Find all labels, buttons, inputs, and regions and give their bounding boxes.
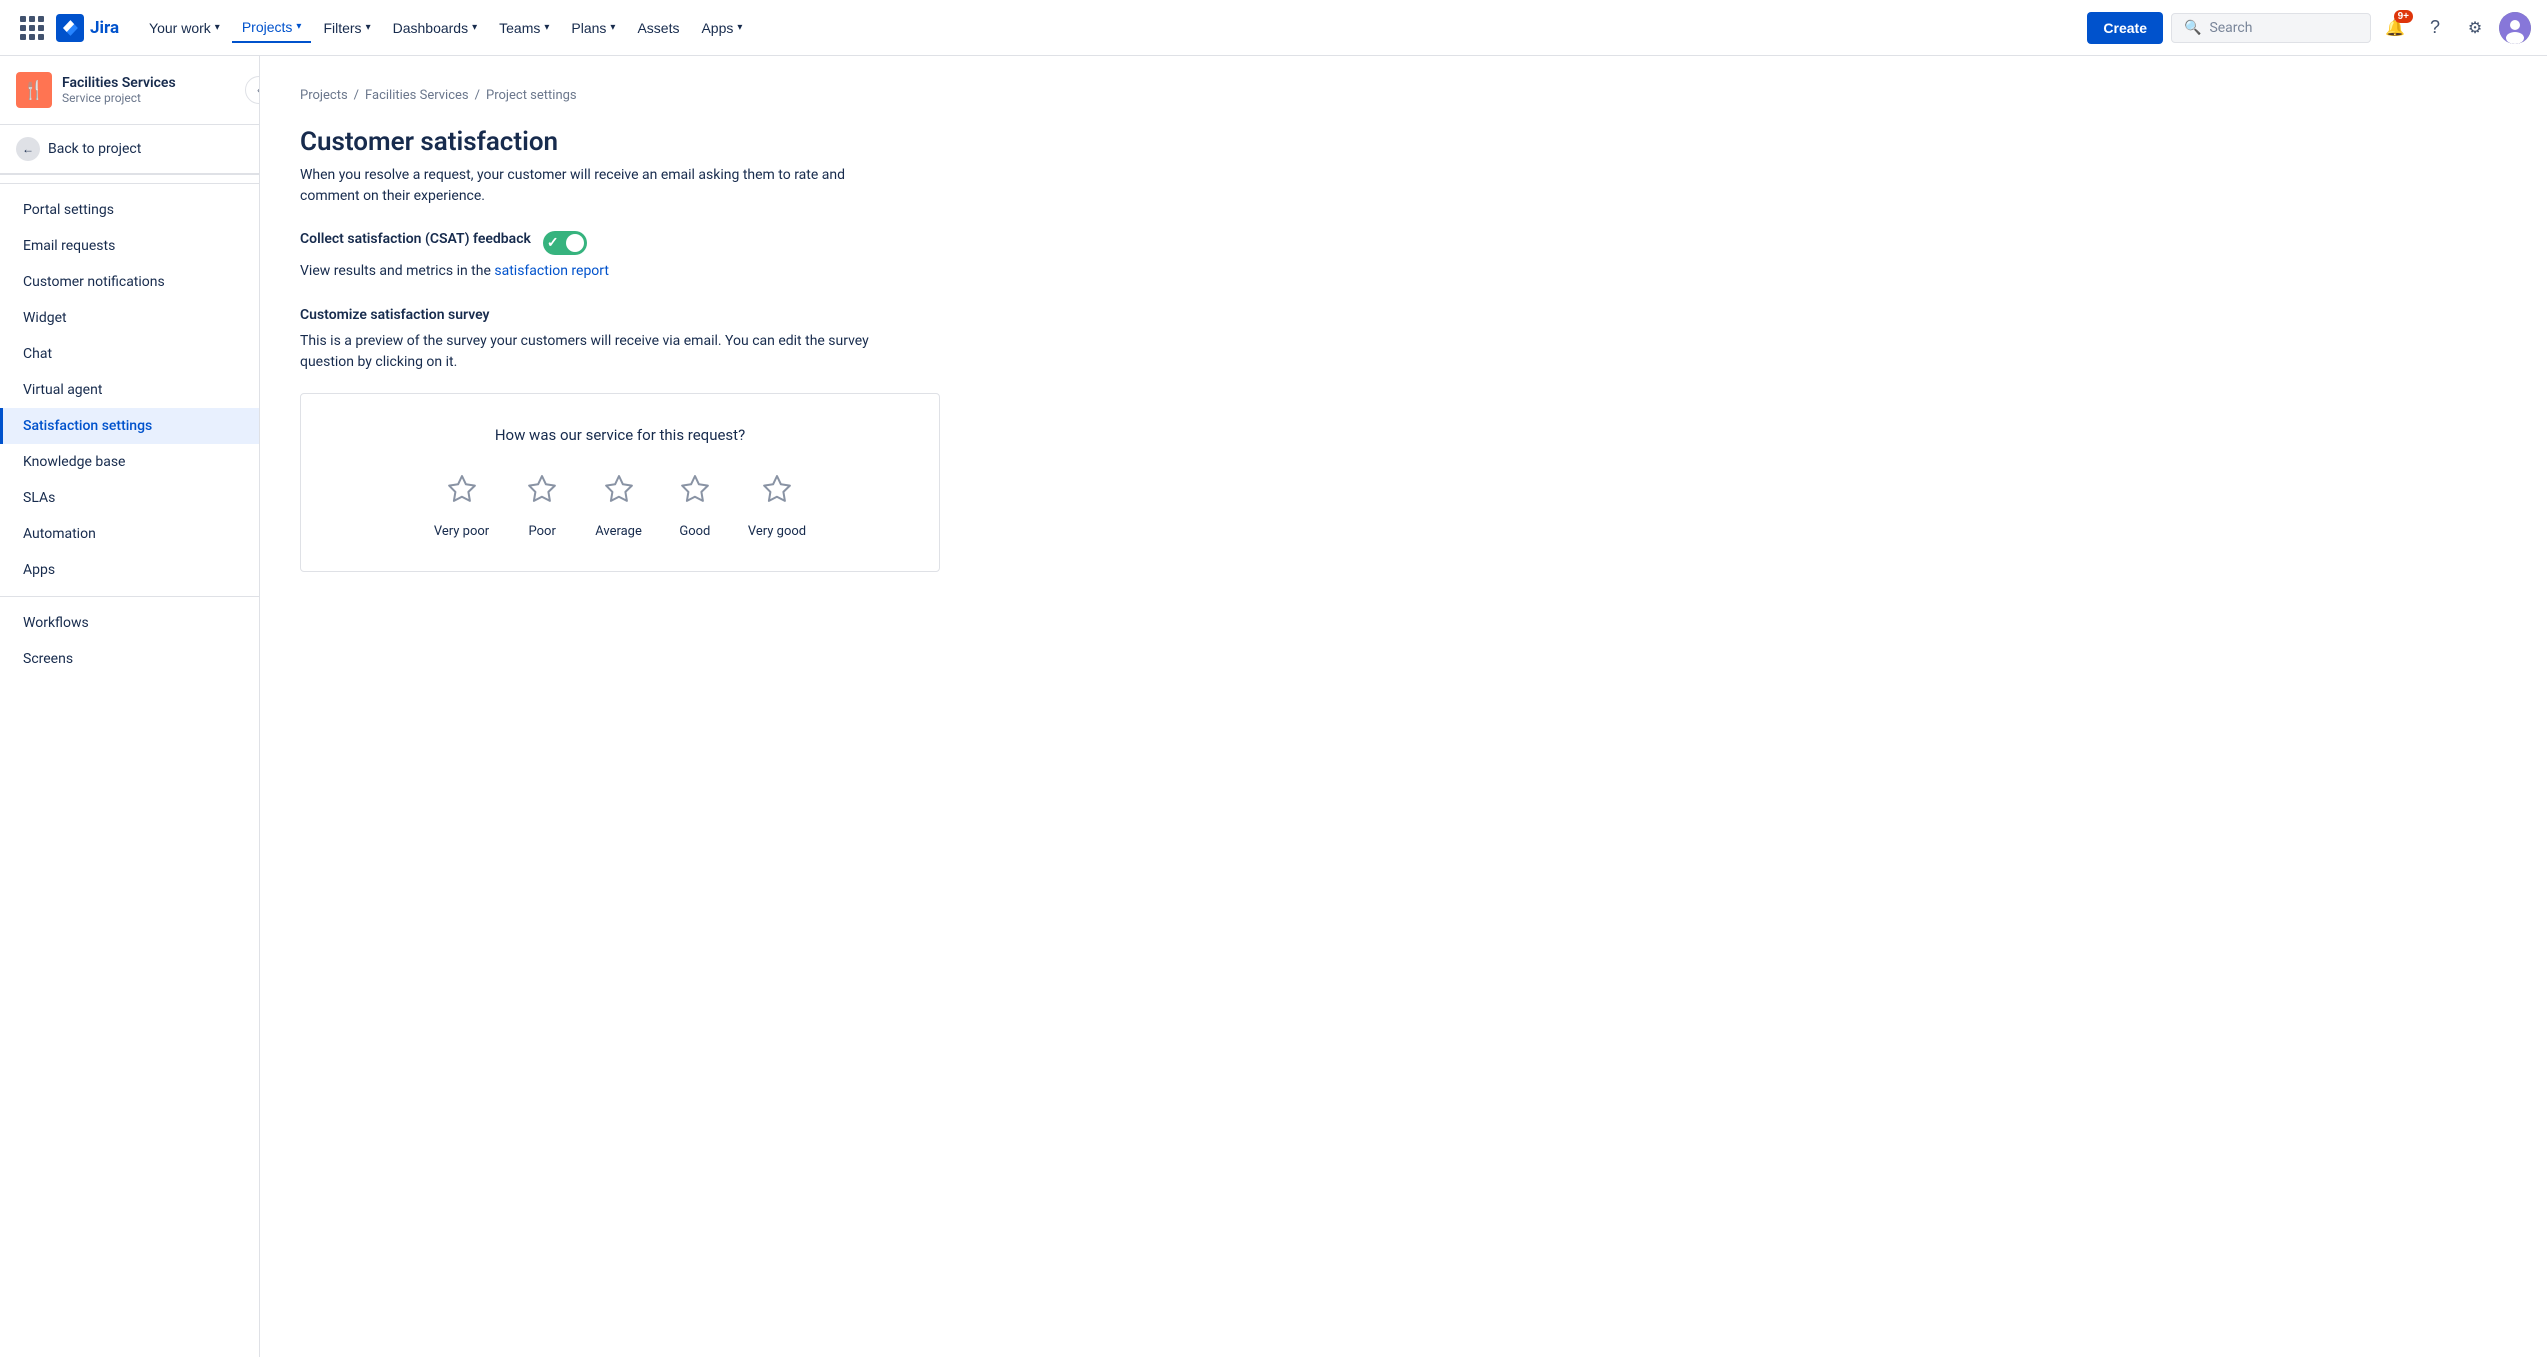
topnav-actions: Create 🔍 Search 🔔 9+ ? ⚙	[2087, 12, 2531, 44]
sidebar-project-type: Service project	[62, 91, 176, 105]
survey-preview: How was our service for this request? Ve…	[300, 393, 940, 572]
sidebar-item-customer-notifications[interactable]: Customer notifications	[0, 264, 259, 300]
star-average[interactable]: Average	[595, 472, 642, 539]
sidebar-project-header: 🍴 Facilities Services Service project ‹	[0, 56, 259, 125]
sidebar-project-name: Facilities Services	[62, 75, 176, 91]
breadcrumb-sep-2: /	[475, 88, 480, 103]
survey-section-description: This is a preview of the survey your cus…	[300, 331, 2507, 373]
app-layout: 🍴 Facilities Services Service project ‹ …	[0, 56, 2547, 1357]
project-icon: 🍴	[16, 72, 52, 108]
search-placeholder: Search	[2209, 20, 2252, 36]
sidebar-item-slas[interactable]: SLAs	[0, 480, 259, 516]
logo-text: Jira	[90, 18, 119, 38]
satisfaction-report-link[interactable]: satisfaction report	[494, 263, 609, 279]
logo[interactable]: Jira	[56, 14, 119, 42]
help-icon: ?	[2430, 17, 2440, 38]
topnav-nav: Your work ▾ Projects ▾ Filters ▾ Dashboa…	[139, 13, 2079, 43]
page-title: Customer satisfaction	[300, 127, 2507, 157]
star-very-poor[interactable]: Very poor	[434, 472, 489, 539]
sidebar-divider-1	[0, 183, 259, 184]
grid-icon	[20, 16, 44, 40]
csat-description: View results and metrics in the satisfac…	[300, 263, 2507, 279]
help-button[interactable]: ?	[2419, 12, 2451, 44]
sidebar-item-portal-settings[interactable]: Portal settings	[0, 192, 259, 228]
toggle-knob	[566, 234, 584, 252]
star-label-4: Good	[679, 524, 710, 539]
nav-your-work[interactable]: Your work ▾	[139, 14, 230, 42]
star-label-5: Very good	[748, 524, 806, 539]
nav-assets[interactable]: Assets	[627, 14, 689, 42]
sidebar-item-screens[interactable]: Screens	[0, 641, 259, 677]
chevron-down-icon: ▾	[544, 22, 549, 33]
chevron-down-icon: ▾	[737, 22, 742, 33]
star-label-1: Very poor	[434, 524, 489, 539]
star-icon-2	[521, 472, 563, 514]
notification-badge: 9+	[2394, 10, 2413, 23]
grid-menu-button[interactable]	[16, 12, 48, 44]
chevron-down-icon: ▾	[472, 22, 477, 33]
star-icon-1	[441, 472, 483, 514]
star-label-3: Average	[595, 524, 642, 539]
user-avatar[interactable]	[2499, 12, 2531, 44]
sidebar-item-knowledge-base[interactable]: Knowledge base	[0, 444, 259, 480]
nav-projects[interactable]: Projects ▾	[232, 13, 312, 43]
back-arrow-icon: ←	[16, 137, 40, 161]
star-label-2: Poor	[529, 524, 556, 539]
nav-dashboards[interactable]: Dashboards ▾	[383, 14, 488, 42]
breadcrumb: Projects / Facilities Services / Project…	[300, 88, 2507, 103]
survey-section-title: Customize satisfaction survey	[300, 307, 2507, 323]
nav-filters[interactable]: Filters ▾	[313, 14, 380, 42]
star-icon-5	[756, 472, 798, 514]
sidebar-item-automation[interactable]: Automation	[0, 516, 259, 552]
toggle-check-icon: ✓	[547, 235, 559, 251]
nav-apps[interactable]: Apps ▾	[691, 14, 752, 42]
survey-stars: Very poor Poor Ave	[333, 472, 907, 539]
sidebar-item-email-requests[interactable]: Email requests	[0, 228, 259, 264]
nav-plans[interactable]: Plans ▾	[561, 14, 625, 42]
breadcrumb-current: Project settings	[486, 88, 577, 103]
star-icon-4	[674, 472, 716, 514]
star-very-good[interactable]: Very good	[748, 472, 806, 539]
chevron-down-icon: ▾	[296, 21, 301, 32]
nav-teams[interactable]: Teams ▾	[489, 14, 559, 42]
sidebar-project-info: Facilities Services Service project	[62, 75, 176, 105]
breadcrumb-sep-1: /	[354, 88, 359, 103]
chevron-down-icon: ▾	[215, 22, 220, 33]
survey-question[interactable]: How was our service for this request?	[333, 426, 907, 444]
chevron-down-icon: ▾	[366, 22, 371, 33]
sidebar-collapse-button[interactable]: ‹	[245, 76, 260, 104]
notifications-button[interactable]: 🔔 9+	[2379, 12, 2411, 44]
main-content: Projects / Facilities Services / Project…	[260, 56, 2547, 1357]
settings-button[interactable]: ⚙	[2459, 12, 2491, 44]
breadcrumb-projects[interactable]: Projects	[300, 88, 348, 103]
create-button[interactable]: Create	[2087, 12, 2163, 44]
star-poor[interactable]: Poor	[521, 472, 563, 539]
csat-toggle[interactable]: ✓	[543, 231, 587, 255]
back-to-project[interactable]: ← Back to project	[0, 125, 259, 175]
topnav: Jira Your work ▾ Projects ▾ Filters ▾ Da…	[0, 0, 2547, 56]
sidebar: 🍴 Facilities Services Service project ‹ …	[0, 56, 260, 1357]
csat-label: Collect satisfaction (CSAT) feedback	[300, 231, 531, 247]
sidebar-item-chat[interactable]: Chat	[0, 336, 259, 372]
sidebar-item-widget[interactable]: Widget	[0, 300, 259, 336]
sidebar-item-workflows[interactable]: Workflows	[0, 605, 259, 641]
star-icon-3	[598, 472, 640, 514]
avatar-image	[2499, 12, 2531, 44]
sidebar-item-satisfaction-settings[interactable]: Satisfaction settings	[0, 408, 259, 444]
sidebar-item-apps[interactable]: Apps	[0, 552, 259, 588]
csat-row: Collect satisfaction (CSAT) feedback ✓	[300, 231, 2507, 255]
page-description: When you resolve a request, your custome…	[300, 165, 2507, 207]
sidebar-divider-2	[0, 596, 259, 597]
sidebar-item-virtual-agent[interactable]: Virtual agent	[0, 372, 259, 408]
breadcrumb-facilities-services[interactable]: Facilities Services	[365, 88, 469, 103]
chevron-down-icon: ▾	[610, 22, 615, 33]
jira-logo-icon	[56, 14, 84, 42]
search-icon: 🔍	[2184, 20, 2201, 36]
gear-icon: ⚙	[2468, 18, 2482, 38]
star-good[interactable]: Good	[674, 472, 716, 539]
search-box[interactable]: 🔍 Search	[2171, 13, 2371, 43]
